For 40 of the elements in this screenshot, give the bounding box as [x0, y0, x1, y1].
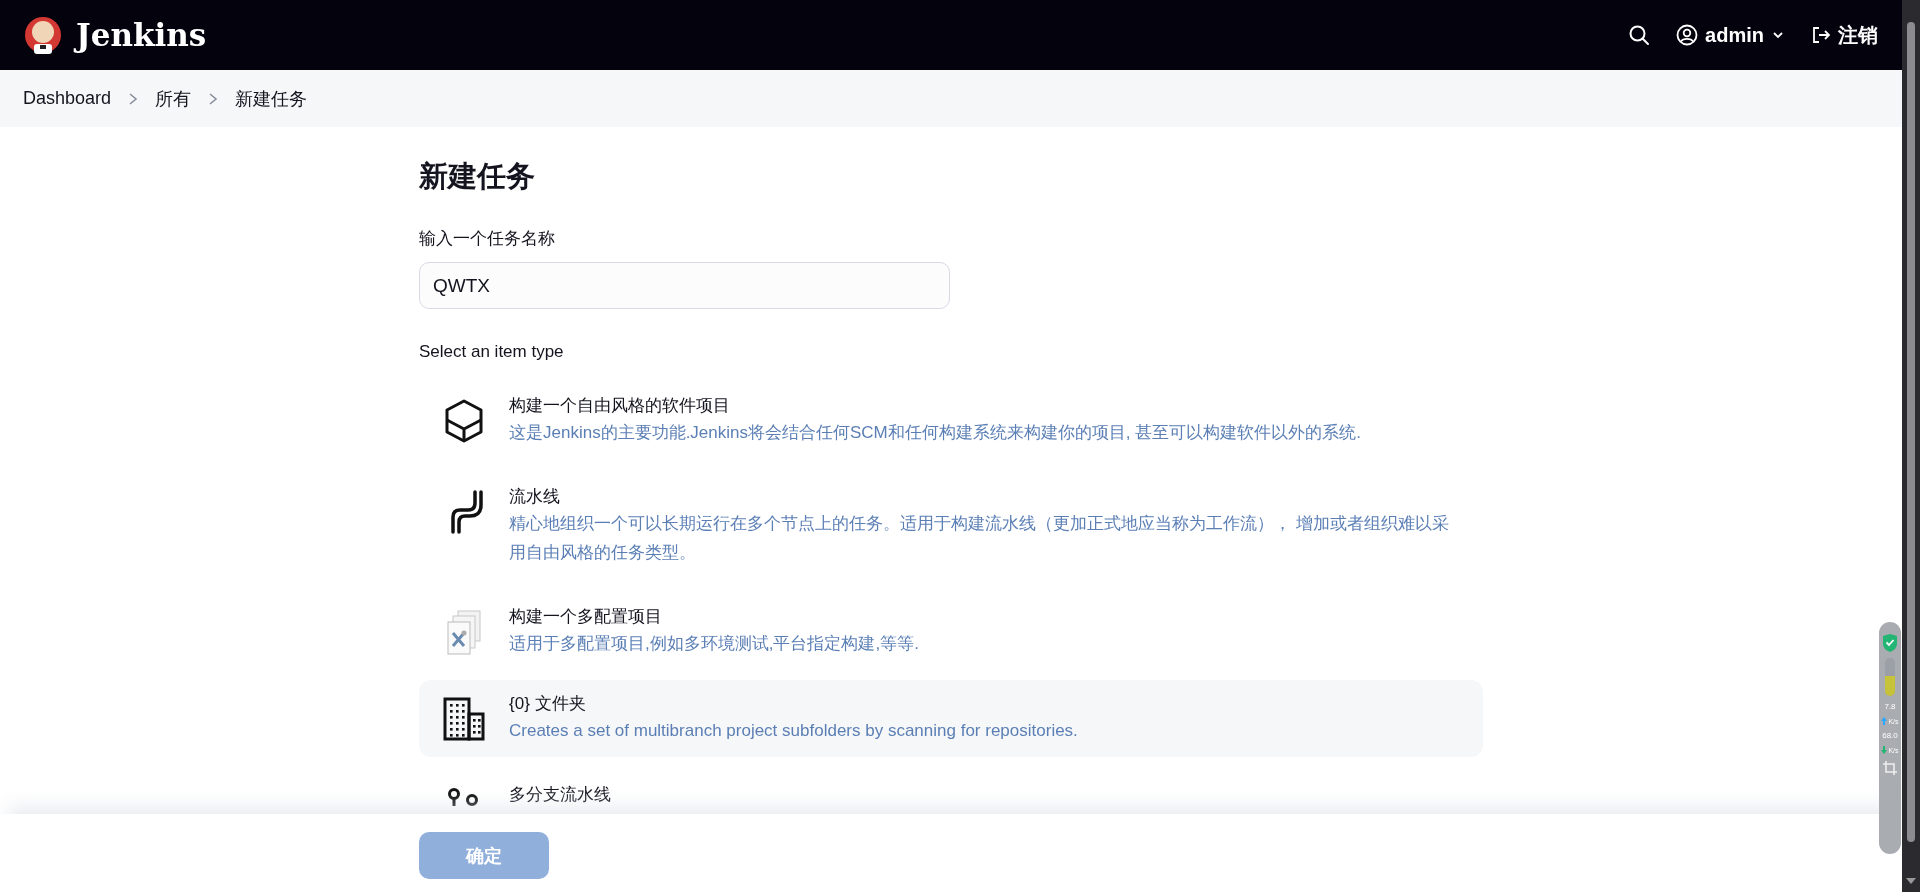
shield-check-icon: [1882, 634, 1898, 652]
item-type-title: {0} 文件夹: [509, 693, 587, 715]
item-type-title: 多分支流水线: [509, 784, 612, 806]
scroll-down-icon[interactable]: [1906, 878, 1916, 884]
item-type-title: 流水线: [509, 486, 561, 508]
user-menu[interactable]: admin: [1676, 23, 1785, 47]
chevron-right-icon: [207, 91, 220, 106]
chevron-right-icon: [127, 91, 140, 106]
scrollbar[interactable]: [1902, 0, 1920, 892]
logout-link[interactable]: 注销: [1811, 21, 1878, 49]
item-type-option[interactable]: 多分支流水线: [419, 767, 1483, 814]
logout-icon: [1811, 25, 1831, 45]
item-type-option[interactable]: 流水线 精心地组织一个可以长期运行在多个节点上的任务。适用于构建流水线（更加正式地应当称为工作流）， 增加或者组织难以采用自由风格的任务类型。: [419, 469, 1483, 589]
item-type-title: 构建一个多配置项目: [509, 606, 663, 628]
search-icon[interactable]: [1628, 24, 1651, 46]
item-type-option[interactable]: 构建一个自由风格的软件项目 这是Jenkins的主要功能.Jenkins将会结合任何SCM和任何构建系统来构建你的项目, 甚至可以构建软件以外的系统.: [419, 378, 1483, 469]
name-input-field[interactable]: QWTX: [419, 262, 950, 309]
arrow-up-icon: [1881, 717, 1888, 725]
field-label: 输入一个任务名称: [419, 228, 556, 250]
user-icon: [1676, 24, 1699, 46]
arrow-down-icon: [1881, 746, 1888, 754]
item-type-description: 这是Jenkins的主要功能.Jenkins将会结合任何SCM和任何构建系统来构建你的项目, 甚至可以构建软件以外的系统.: [509, 422, 1362, 444]
crop-icon: [1882, 760, 1898, 776]
breadcrumb-link[interactable]: Dashboard: [23, 88, 112, 109]
item-type-description: 精心地组织一个可以长期运行在多个节点上的任务。适用于构建流水线（更加正式地应当称为工作流）， 增加或者组织难以采用自由风格的任务类型。: [509, 513, 1450, 564]
item-type-option[interactable]: 构建一个多配置项目 适用于多配置项目,例如多环境测试,平台指定构建,等等.: [419, 589, 1483, 680]
section-label: Select an item type: [419, 342, 565, 362]
upload-speed: 7.8: [1884, 702, 1896, 711]
item-type-option[interactable]: {0} 文件夹 Creates a set of multibranch project subfolders by scanning for repositories.: [419, 680, 1483, 757]
item-type-description: Creates a set of multibranch project subfolders by scanning for repositories.: [509, 720, 1079, 742]
breadcrumb-link[interactable]: 新建任务: [235, 86, 308, 111]
item-type-description: 适用于多配置项目,例如多环境测试,平台指定构建,等等.: [509, 633, 920, 655]
documents-tools-icon: [444, 609, 484, 657]
item-type-title: 构建一个自由风格的软件项目: [509, 395, 731, 417]
download-speed: 68.0: [1882, 731, 1898, 740]
logo-icon[interactable]: [24, 14, 62, 56]
gauge-icon: [1885, 658, 1895, 696]
page-title: 新建任务: [419, 159, 536, 194]
breadcrumb-link[interactable]: 所有: [155, 86, 192, 111]
building-icon: [442, 696, 486, 742]
